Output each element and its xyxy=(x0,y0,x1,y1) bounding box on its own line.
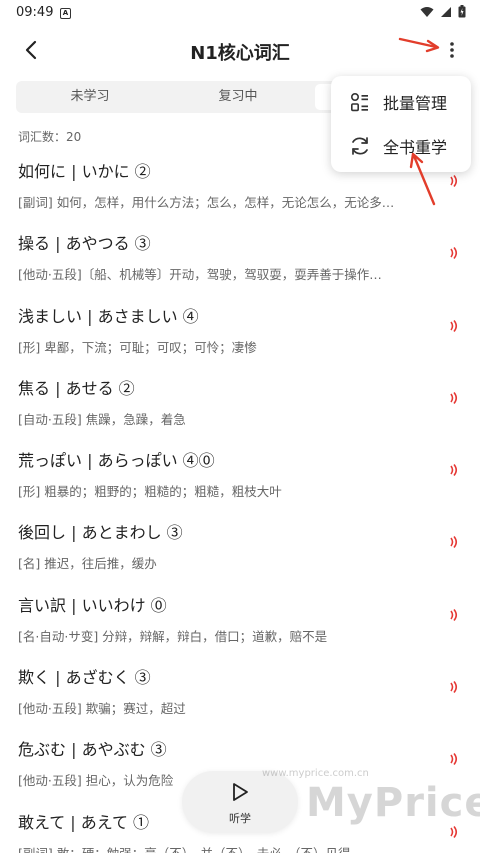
word-title: 操る | あやつる ③ xyxy=(18,234,151,254)
notification-icon: A xyxy=(60,8,71,19)
refresh-icon xyxy=(352,137,368,155)
word-title: 言い訳 | いいわけ ⓪ xyxy=(18,595,167,615)
chevron-left-icon xyxy=(25,40,37,60)
word-meaning: [自动·五段] 焦躁，急躁，着急 xyxy=(18,411,186,427)
more-menu-button[interactable] xyxy=(440,36,464,64)
speaker-icon[interactable] xyxy=(448,391,460,405)
page-title: N1核心词汇 xyxy=(190,43,290,64)
grid-manage-icon xyxy=(350,92,368,112)
word-title: 荒っぽい | あらっぽい ④⓪ xyxy=(18,451,215,471)
signal-icon xyxy=(441,6,451,17)
list-item[interactable]: 焦る | あせる ② [自动·五段] 焦躁，急躁，着急 xyxy=(0,369,480,441)
speaker-icon[interactable] xyxy=(448,680,460,694)
battery-icon xyxy=(458,5,466,18)
speaker-icon[interactable] xyxy=(448,825,460,839)
list-item[interactable]: 後回し | あとまわし ③ [名] 推迟，往后推，缓办 xyxy=(0,513,480,585)
status-bar: 09:49 A xyxy=(0,0,480,28)
word-meaning: [副词] 如何，怎样，用什么方法；怎么，怎样，无论怎么，无论多… xyxy=(18,195,395,210)
word-meaning: [他动·五段]〔船、机械等〕开动，驾驶，驾驭耍，耍弄善于操作… xyxy=(18,267,382,283)
word-list: 如何に | いかに ② [副词] 如何，怎样，用什么方法；怎么，怎样，无论怎么，… xyxy=(0,152,480,853)
tab-unlearned[interactable]: 未学习 xyxy=(16,81,164,113)
menu-item-restart-book[interactable]: 全书重学 xyxy=(331,124,471,168)
menu-item-label: 批量管理 xyxy=(383,94,448,113)
word-meaning: [副词] 敢；硬；勉强；毫（不），并（不），未必，（不）见得 xyxy=(18,843,438,853)
status-time: 09:49 xyxy=(16,5,54,20)
list-item[interactable]: 欺く | あざむく ③ [他动·五段] 欺骗；赛过，超过 xyxy=(0,658,480,730)
speaker-icon[interactable] xyxy=(448,174,460,188)
speaker-icon[interactable] xyxy=(448,535,460,549)
system-icons xyxy=(420,5,466,18)
word-title: 浅ましい | あさましい ④ xyxy=(18,306,199,326)
word-title: 焦る | あせる ② xyxy=(18,378,135,398)
app-header: N1核心词汇 xyxy=(0,30,480,72)
listen-label: 听学 xyxy=(229,812,251,825)
back-button[interactable] xyxy=(18,36,46,64)
list-item[interactable]: 操る | あやつる ③ [他动·五段]〔船、机械等〕开动，驾驶，驾驭耍，耍弄善于… xyxy=(0,224,480,296)
menu-item-batch-manage[interactable]: 批量管理 xyxy=(331,80,471,124)
speaker-icon[interactable] xyxy=(448,608,460,622)
word-meaning: [形] 粗暴的；粗野的；粗糙的；粗糙，粗枝大叶 xyxy=(18,484,282,500)
word-meaning: [名·自动·サ变] 分辩，辩解，辩白，借口；道歉，赔不是 xyxy=(18,628,328,644)
wifi-icon xyxy=(420,6,434,17)
word-title: 危ぶむ | あやぶむ ③ xyxy=(18,740,167,760)
speaker-icon[interactable] xyxy=(448,752,460,766)
list-item[interactable]: 浅ましい | あさましい ④ [形] 卑鄙，下流；可耻；可叹；可怜；凄惨 xyxy=(0,297,480,369)
word-meaning: [他动·五段] 欺骗；赛过，超过 xyxy=(18,701,186,717)
word-title: 欺く | あざむく ③ xyxy=(18,668,151,688)
word-count: 词汇数：20 xyxy=(18,130,82,144)
overflow-menu: 批量管理 全书重学 xyxy=(331,76,471,172)
list-item[interactable]: 荒っぽい | あらっぽい ④⓪ [形] 粗暴的；粗野的；粗糙的；粗糙，粗枝大叶 xyxy=(0,441,480,513)
more-vertical-icon xyxy=(450,42,454,58)
word-meaning: [名] 推迟，往后推，缓办 xyxy=(18,556,157,572)
word-meaning: [形] 卑鄙，下流；可耻；可叹；可怜；凄惨 xyxy=(18,339,257,355)
speaker-icon[interactable] xyxy=(448,463,460,477)
word-title: 後回し | あとまわし ③ xyxy=(18,523,183,543)
listen-study-button[interactable]: 听学 xyxy=(182,771,298,833)
menu-item-label: 全书重学 xyxy=(383,138,448,157)
list-item[interactable]: 言い訳 | いいわけ ⓪ [名·自动·サ变] 分辩，辩解，辩白，借口；道歉，赔不… xyxy=(0,586,480,658)
play-icon xyxy=(233,783,248,801)
tab-reviewing[interactable]: 复习中 xyxy=(164,81,312,113)
speaker-icon[interactable] xyxy=(448,246,460,260)
speaker-icon[interactable] xyxy=(448,319,460,333)
